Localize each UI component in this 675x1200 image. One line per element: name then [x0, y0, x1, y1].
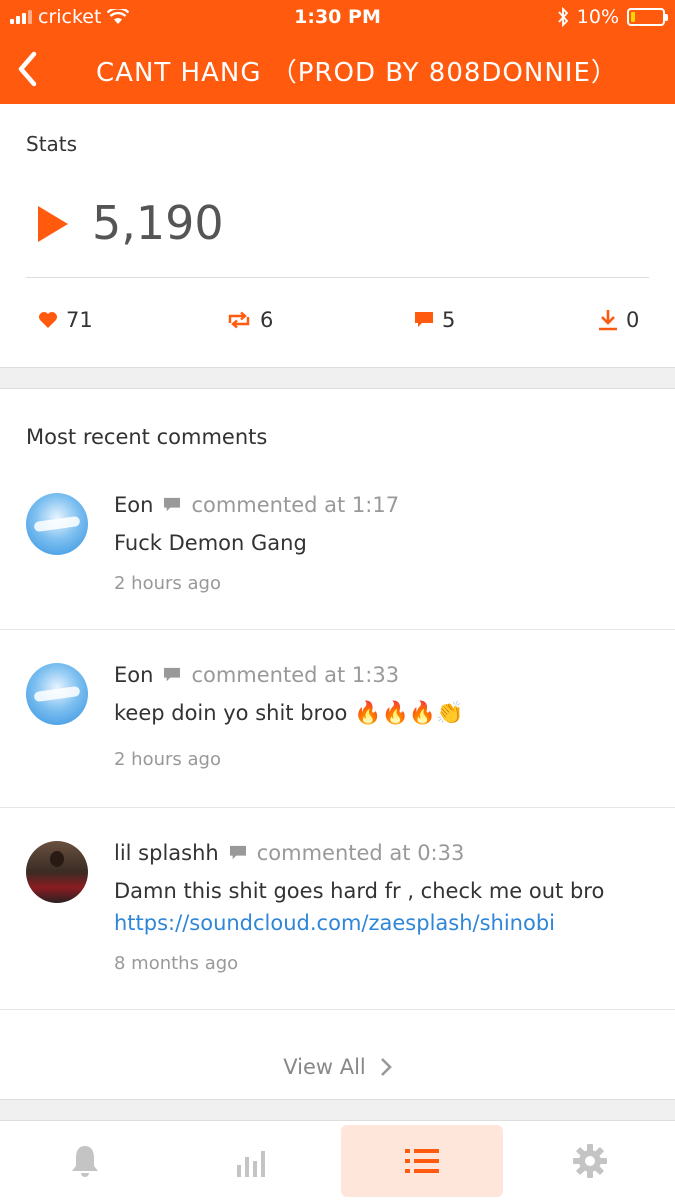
- comments-card: Most recent comments Eon commented at 1:…: [0, 388, 675, 1100]
- avatar[interactable]: [26, 663, 88, 725]
- tab-notifications[interactable]: [4, 1125, 166, 1197]
- comment-timestamp[interactable]: commented at 1:17: [191, 493, 399, 517]
- downloads-stat: 0: [598, 308, 639, 332]
- divider: [0, 1009, 675, 1010]
- comment-item[interactable]: Eon commented at 1:17 Fuck Demon Gang 2 …: [0, 489, 675, 629]
- reposts-stat: 6: [226, 308, 273, 332]
- battery-percent: 10%: [576, 6, 619, 28]
- likes-count: 71: [66, 308, 93, 332]
- comment-username[interactable]: Eon: [114, 493, 153, 517]
- comment-text: keep doin yo shit broo 🔥🔥🔥👏: [114, 701, 464, 726]
- emoji-reactions: 🔥🔥🔥👏: [354, 701, 464, 726]
- comment-age: 2 hours ago: [114, 573, 221, 594]
- view-all-label: View All: [283, 1055, 366, 1079]
- avatar[interactable]: [26, 493, 88, 555]
- likes-stat: 71: [38, 308, 93, 332]
- comment-link[interactable]: https://soundcloud.com/zaesplash/shinobi: [114, 911, 555, 935]
- nav-row: CANT HANG （PROD BY 808DONNIE）: [0, 36, 675, 104]
- divider: [0, 807, 675, 808]
- comment-age: 2 hours ago: [114, 749, 221, 770]
- gear-icon: [573, 1144, 607, 1178]
- comment-text: Fuck Demon Gang: [114, 531, 307, 555]
- plays-count: 5,190: [92, 196, 224, 250]
- stats-divider: [26, 277, 649, 278]
- heart-icon: [39, 312, 57, 328]
- comment-text: Damn this shit goes hard fr , check me o…: [114, 879, 605, 903]
- stats-card: Stats 5,190 71 6 5 0: [0, 104, 675, 368]
- battery-icon: [627, 8, 668, 26]
- comment-header: lil splashh commented at 0:33: [114, 841, 464, 865]
- comment-text-content: keep doin yo shit broo: [114, 701, 348, 725]
- chevron-right-icon: [380, 1058, 392, 1076]
- reposts-count: 6: [260, 308, 274, 332]
- comment-header: Eon commented at 1:33: [114, 663, 399, 687]
- downloads-count: 0: [626, 308, 640, 332]
- comments-heading: Most recent comments: [26, 425, 268, 449]
- chevron-left-icon: [18, 51, 37, 87]
- play-icon: [38, 206, 68, 242]
- status-right: 10%: [557, 6, 668, 28]
- comment-icon: [415, 312, 433, 327]
- comment-icon: [229, 845, 246, 860]
- bluetooth-icon: [558, 7, 569, 27]
- app-header: cricket 1:30 PM 10% CANT HANG （PROD BY 8…: [0, 0, 675, 104]
- avatar[interactable]: [26, 841, 88, 903]
- tab-list[interactable]: [341, 1125, 503, 1197]
- tab-settings[interactable]: [509, 1125, 671, 1197]
- bell-icon: [72, 1146, 98, 1177]
- comment-icon: [164, 497, 181, 512]
- comment-item[interactable]: lil splashh commented at 0:33 Damn this …: [0, 837, 675, 1009]
- comments-stat: 5: [414, 308, 455, 332]
- stats-heading: Stats: [26, 132, 78, 156]
- list-icon: [405, 1149, 439, 1173]
- comment-icon: [164, 667, 181, 682]
- comment-item[interactable]: Eon commented at 1:33 keep doin yo shit …: [0, 659, 675, 805]
- back-button[interactable]: [8, 44, 48, 94]
- comment-timestamp[interactable]: commented at 1:33: [191, 663, 399, 687]
- repost-icon: [228, 311, 250, 329]
- comment-username[interactable]: lil splashh: [114, 841, 219, 865]
- download-icon: [599, 310, 617, 331]
- divider: [0, 629, 675, 630]
- comments-count: 5: [442, 308, 456, 332]
- view-all-button[interactable]: View All: [0, 1055, 675, 1079]
- tab-bar: [0, 1120, 675, 1200]
- tab-stats[interactable]: [172, 1125, 334, 1197]
- status-bar: cricket 1:30 PM 10%: [0, 0, 675, 36]
- bar-chart-icon: [237, 1151, 265, 1177]
- comment-age: 8 months ago: [114, 953, 239, 974]
- comment-header: Eon commented at 1:17: [114, 493, 399, 517]
- comment-timestamp[interactable]: commented at 0:33: [257, 841, 465, 865]
- page-title: CANT HANG （PROD BY 808DONNIE）: [96, 58, 618, 88]
- comment-username[interactable]: Eon: [114, 663, 153, 687]
